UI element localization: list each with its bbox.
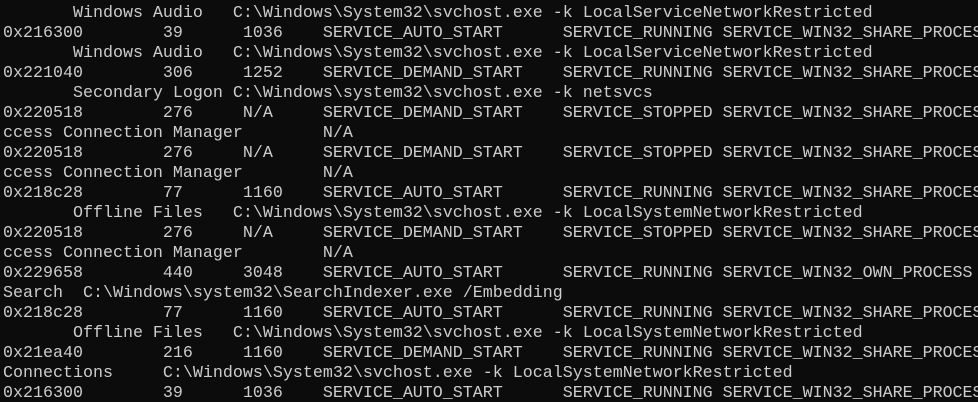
console-line: Windows Audio C:\Windows\System32\svchos… [3,44,873,63]
console-line: Windows Audio C:\Windows\System32\svchos… [3,4,873,23]
console-line: 0x221040 306 1252 SERVICE_DEMAND_START S… [3,64,978,83]
console-line: 0x220518 276 N/A SERVICE_DEMAND_START SE… [3,224,978,243]
console-line: Search C:\Windows\system32\SearchIndexer… [3,284,563,303]
console-line: Connections C:\Windows\System32\svchost.… [3,364,793,383]
console-line: 0x220518 276 N/A SERVICE_DEMAND_START SE… [3,104,978,123]
console-line: Offline Files C:\Windows\System32\svchos… [3,324,863,343]
console-line: 0x229658 440 3048 SERVICE_AUTO_START SER… [3,264,973,283]
console-line: 0x218c28 77 1160 SERVICE_AUTO_START SERV… [3,184,978,203]
console-line: 0x216300 39 1036 SERVICE_AUTO_START SERV… [3,24,978,43]
console-line: ccess Connection Manager N/A [3,124,353,143]
console-line: Offline Files C:\Windows\System32\svchos… [3,204,863,223]
console-line: 0x21ea40 216 1160 SERVICE_DEMAND_START S… [3,344,978,363]
console-line: 0x218c28 77 1160 SERVICE_AUTO_START SERV… [3,304,978,323]
console-output[interactable]: Windows Audio C:\Windows\System32\svchos… [3,4,978,402]
console-line: Secondary Logon C:\Windows\system32\svch… [3,84,653,103]
console-line: 0x216300 39 1036 SERVICE_AUTO_START SERV… [3,384,978,402]
console-line: ccess Connection Manager N/A [3,244,353,263]
console-line: 0x220518 276 N/A SERVICE_DEMAND_START SE… [3,144,978,163]
console-line: ccess Connection Manager N/A [3,164,353,183]
